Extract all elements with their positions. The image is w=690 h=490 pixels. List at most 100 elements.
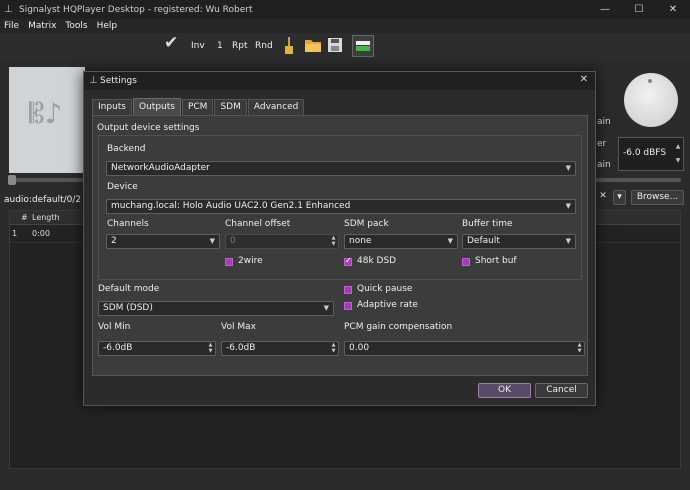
tab-sdm[interactable]: SDM bbox=[214, 99, 247, 115]
chevron-down-icon: ▼ bbox=[447, 237, 453, 245]
outputs-panel: Output device settings Backend NetworkAu… bbox=[92, 115, 588, 376]
spin-arrows-icon[interactable]: ▲ ▼ bbox=[576, 342, 583, 354]
channels-label: Channels bbox=[107, 219, 149, 229]
chevron-down-icon: ▼ bbox=[565, 202, 571, 210]
clear-broom-icon[interactable] bbox=[283, 37, 295, 54]
seek-handle[interactable] bbox=[8, 175, 16, 185]
col-length[interactable]: Length bbox=[32, 213, 60, 222]
knob-marker bbox=[648, 79, 652, 83]
gain-spin-arrows-icon[interactable]: ▲ ▼ bbox=[674, 140, 682, 168]
chevron-down-icon: ▼ bbox=[565, 237, 571, 245]
backend-select[interactable]: NetworkAudioAdapter ▼ bbox=[106, 161, 576, 176]
browse-button[interactable]: Browse... bbox=[631, 190, 684, 205]
minimize-icon[interactable]: — bbox=[588, 0, 622, 19]
dialog-close-icon[interactable]: ✕ bbox=[580, 74, 588, 85]
spin-arrows-icon[interactable]: ▲ ▼ bbox=[207, 342, 214, 354]
chevron-down-icon: ▼ bbox=[323, 304, 329, 312]
sdm-pack-select[interactable]: none ▼ bbox=[344, 234, 458, 249]
tab-advanced[interactable]: Advanced bbox=[247, 99, 305, 115]
backend-value: NetworkAudioAdapter bbox=[111, 163, 210, 173]
channel-offset-value: 0 bbox=[230, 236, 236, 246]
pcm-gain-spinbox[interactable]: 0.00 ▲ ▼ bbox=[344, 341, 585, 356]
menu-matrix[interactable]: Matrix bbox=[28, 21, 56, 31]
menu-help[interactable]: Help bbox=[97, 21, 118, 31]
device-label: Device bbox=[107, 182, 138, 192]
cover-art-icon: 𝄡♪ bbox=[29, 97, 63, 130]
menu-tools[interactable]: Tools bbox=[65, 21, 87, 31]
col-index[interactable]: # bbox=[21, 213, 28, 222]
ok-button[interactable]: OK bbox=[478, 383, 531, 398]
cancel-button[interactable]: Cancel bbox=[535, 383, 588, 398]
gain-spinbox[interactable]: -6.0 dBFS ▲ ▼ bbox=[618, 137, 684, 171]
maximize-icon[interactable]: ☐ bbox=[622, 0, 656, 19]
spin-arrows-icon[interactable]: ▲ ▼ bbox=[330, 235, 337, 247]
close-icon[interactable]: ✕ bbox=[656, 0, 690, 19]
vol-max-value: -6.0dB bbox=[226, 343, 256, 353]
buffer-time-select[interactable]: Default ▼ bbox=[462, 234, 576, 249]
gain-value: -6.0 dBFS bbox=[623, 148, 667, 158]
path-dropdown-icon[interactable]: ▾ bbox=[613, 190, 626, 205]
app-logo-icon: ⊥ bbox=[4, 4, 13, 15]
gain-side-label-3: ain bbox=[597, 160, 611, 170]
volume-knob[interactable] bbox=[624, 73, 678, 127]
row-index: 1 bbox=[12, 229, 18, 238]
repeat-button[interactable]: Rpt bbox=[232, 38, 248, 55]
channels-value: 2 bbox=[111, 236, 117, 246]
tab-outputs[interactable]: Outputs bbox=[133, 98, 181, 115]
album-cover: 𝄡♪ bbox=[9, 67, 85, 173]
random-button[interactable]: Rnd bbox=[255, 38, 273, 55]
window-controls: — ☐ ✕ bbox=[588, 0, 690, 19]
channel-offset-label: Channel offset bbox=[225, 219, 291, 229]
48k-dsd-label: 48k DSD bbox=[357, 256, 397, 266]
tab-inputs[interactable]: Inputs bbox=[92, 99, 132, 115]
checkmark-icon[interactable]: ✔ bbox=[164, 35, 178, 52]
clear-path-icon[interactable]: ✕ bbox=[596, 190, 610, 205]
toolbar: ✔ Inv 1 Rpt Rnd bbox=[0, 33, 690, 60]
vol-min-spinbox[interactable]: -6.0dB ▲ ▼ bbox=[98, 341, 216, 356]
vol-max-spinbox[interactable]: -6.0dB ▲ ▼ bbox=[221, 341, 339, 356]
short-buf-label: Short buf bbox=[475, 256, 517, 266]
device-value: muchang.local: Holo Audio UAC2.0 Gen2.1 … bbox=[111, 201, 351, 211]
section-title: Output device settings bbox=[97, 123, 200, 133]
row-length: 0:00 bbox=[32, 229, 50, 238]
gain-side-label-2: er bbox=[597, 139, 607, 149]
window-titlebar: ⊥ Signalyst HQPlayer Desktop - registere… bbox=[0, 0, 690, 19]
backend-label: Backend bbox=[107, 144, 146, 154]
menu-bar: File Matrix Tools Help bbox=[0, 19, 690, 33]
open-folder-icon[interactable] bbox=[305, 38, 321, 55]
inv-button[interactable]: Inv bbox=[191, 38, 205, 55]
channel-offset-spinbox[interactable]: 0 ▲ ▼ bbox=[225, 234, 339, 249]
2wire-checkbox[interactable] bbox=[225, 258, 233, 266]
buffer-time-label: Buffer time bbox=[462, 219, 513, 229]
adaptive-rate-checkbox[interactable] bbox=[344, 302, 352, 310]
output-device-icon[interactable] bbox=[352, 35, 374, 57]
save-disk-icon[interactable] bbox=[328, 38, 342, 55]
spin-arrows-icon[interactable]: ▲ ▼ bbox=[330, 342, 337, 354]
settings-dialog: ⊥ Settings ✕ Inputs Outputs PCM SDM Adva… bbox=[83, 71, 596, 406]
dialog-title: Settings bbox=[100, 76, 137, 86]
channels-select[interactable]: 2 ▼ bbox=[106, 234, 220, 249]
output-device-group: Backend NetworkAudioAdapter ▼ Device muc… bbox=[98, 135, 582, 280]
device-select[interactable]: muchang.local: Holo Audio UAC2.0 Gen2.1 … bbox=[106, 199, 576, 214]
adaptive-rate-label: Adaptive rate bbox=[357, 300, 418, 310]
short-buf-checkbox[interactable] bbox=[462, 258, 470, 266]
pcm-gain-label: PCM gain compensation bbox=[344, 322, 453, 332]
vol-max-label: Vol Max bbox=[221, 322, 256, 332]
menu-file[interactable]: File bbox=[4, 21, 19, 31]
tab-pcm[interactable]: PCM bbox=[181, 99, 214, 115]
48k-dsd-checkbox[interactable] bbox=[344, 256, 352, 266]
dialog-titlebar: ⊥ Settings ✕ bbox=[84, 72, 595, 90]
vol-min-label: Vol Min bbox=[98, 322, 131, 332]
sdm-pack-value: none bbox=[349, 236, 372, 246]
single-button[interactable]: 1 bbox=[217, 38, 223, 55]
default-mode-select[interactable]: SDM (DSD) ▼ bbox=[98, 301, 334, 316]
vol-min-value: -6.0dB bbox=[103, 343, 133, 353]
output-path: audio:default/0/2 bbox=[4, 195, 82, 205]
quick-pause-checkbox[interactable] bbox=[344, 286, 352, 294]
pcm-gain-value: 0.00 bbox=[349, 343, 370, 353]
2wire-label: 2wire bbox=[238, 256, 263, 266]
default-mode-label: Default mode bbox=[98, 284, 160, 294]
sdm-pack-label: SDM pack bbox=[344, 219, 389, 229]
buffer-time-value: Default bbox=[467, 236, 500, 246]
default-mode-value: SDM (DSD) bbox=[103, 303, 153, 313]
